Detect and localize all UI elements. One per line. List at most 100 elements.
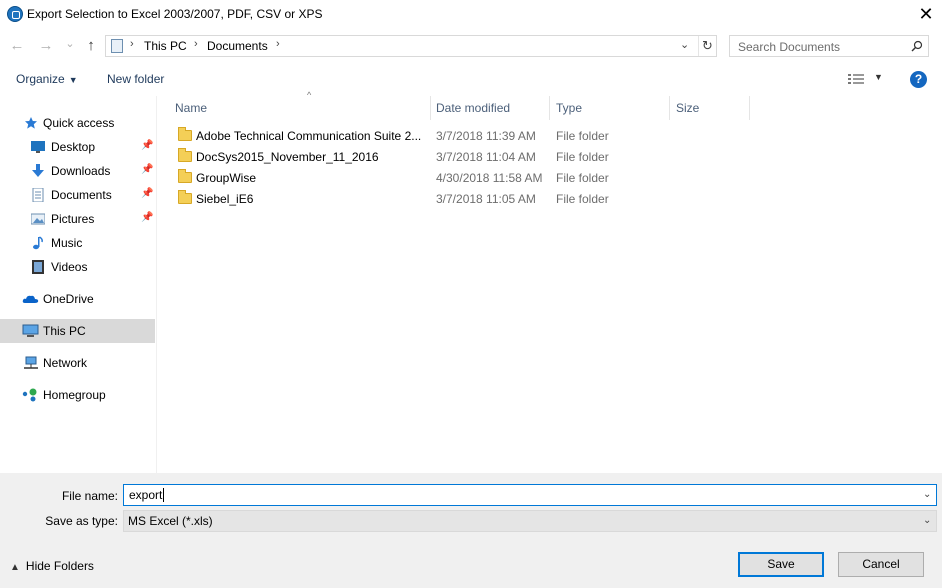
folder-icon: [178, 127, 192, 141]
file-name-field[interactable]: export ⌄: [123, 484, 937, 506]
column-header-name[interactable]: ^ Name: [168, 90, 430, 120]
address-bar[interactable]: › This PC › Documents › ⌄ ↻: [105, 35, 717, 57]
sidebar-item-label: Desktop: [51, 140, 96, 154]
column-header-type[interactable]: Type: [549, 96, 669, 120]
documents-icon: [32, 188, 44, 202]
search-input[interactable]: Search Documents: [729, 35, 929, 57]
column-label: Type: [556, 101, 583, 115]
organize-label: Organize: [16, 72, 65, 86]
save-button[interactable]: Save: [738, 552, 824, 577]
back-arrow-icon[interactable]: ←: [8, 36, 26, 56]
computer-icon: [22, 324, 39, 337]
text-cursor: [163, 488, 164, 502]
table-row[interactable]: Adobe Technical Communication Suite 2...…: [157, 126, 942, 147]
chevron-down-icon[interactable]: ⌄: [923, 515, 931, 526]
column-label: Name: [175, 101, 208, 115]
sidebar-item-documents[interactable]: Documents 📌: [0, 183, 155, 207]
chevron-right-icon[interactable]: ›: [194, 38, 198, 50]
sidebar-item-videos[interactable]: Videos: [0, 255, 155, 279]
cloud-icon: [22, 295, 39, 303]
network-icon: [24, 356, 38, 369]
file-type: File folder: [556, 192, 609, 206]
chevron-down-icon[interactable]: ⌄: [680, 38, 689, 51]
file-name: GroupWise: [196, 171, 257, 185]
column-label: Date modified: [436, 101, 511, 115]
chevron-up-icon: ▲: [10, 562, 20, 573]
caret-down-icon: ▼: [68, 75, 78, 85]
download-icon: [32, 164, 44, 177]
cancel-button[interactable]: Cancel: [838, 552, 924, 577]
file-name: Adobe Technical Communication Suite 2...: [196, 129, 422, 143]
navigation-pane: Quick access Desktop 📌 Downloads 📌 Docum…: [0, 96, 157, 473]
search-icon[interactable]: [911, 40, 923, 52]
file-date: 3/7/2018 11:39 AM: [436, 129, 536, 143]
sidebar-item-label: Homegroup: [43, 388, 106, 402]
pin-icon: 📌: [141, 140, 154, 151]
file-type: File folder: [556, 129, 609, 143]
sidebar-item-label: Network: [43, 356, 88, 370]
organize-button[interactable]: Organize ▼: [16, 72, 78, 86]
sidebar-item-desktop[interactable]: Desktop 📌: [0, 135, 155, 159]
column-header-size[interactable]: Size: [669, 96, 749, 120]
sidebar-item-label: Downloads: [51, 164, 111, 178]
homegroup-icon: [22, 388, 37, 402]
folder-icon: [178, 190, 192, 204]
column-label: Size: [676, 101, 700, 115]
help-icon[interactable]: ?: [910, 71, 927, 88]
sidebar-item-label: Documents: [51, 188, 112, 202]
sidebar-item-label: This PC: [43, 324, 86, 338]
view-options-icon[interactable]: [848, 73, 864, 85]
hide-folders-button[interactable]: ▲ Hide Folders: [10, 559, 94, 573]
recent-locations-icon[interactable]: ⌄: [61, 34, 79, 54]
new-folder-button[interactable]: New folder: [107, 72, 164, 86]
column-header-date-modified[interactable]: Date modified: [429, 96, 549, 120]
star-icon: [25, 117, 37, 129]
sidebar-item-homegroup[interactable]: Homegroup: [0, 383, 155, 407]
folder-icon: [178, 148, 192, 162]
file-name-label: File name:: [61, 489, 118, 503]
sidebar-item-label: Quick access: [43, 116, 115, 130]
caret-down-icon[interactable]: ▼: [874, 72, 883, 82]
pin-icon: 📌: [141, 212, 154, 223]
file-name: Siebel_iE6: [196, 192, 254, 206]
chevron-down-icon[interactable]: ⌄: [923, 489, 931, 500]
sidebar-item-quick-access[interactable]: Quick access: [0, 111, 155, 135]
table-row[interactable]: GroupWise 4/30/2018 11:58 AM File folder: [157, 168, 942, 189]
navigation-bar: ← → ⌄ ↑ › This PC › Documents › ⌄ ↻ Sear…: [0, 33, 942, 59]
pin-icon: 📌: [141, 188, 154, 199]
sidebar-item-downloads[interactable]: Downloads 📌: [0, 159, 155, 183]
save-as-type-label: Save as type:: [45, 514, 118, 528]
sidebar-item-label: Videos: [51, 260, 88, 274]
hide-folders-label: Hide Folders: [25, 559, 94, 573]
sidebar-item-label: OneDrive: [43, 292, 94, 306]
breadcrumb-this-pc[interactable]: This PC: [144, 39, 187, 53]
chevron-right-icon[interactable]: ›: [130, 38, 134, 50]
search-placeholder: Search Documents: [738, 40, 841, 54]
file-type: File folder: [556, 171, 609, 185]
forward-arrow-icon[interactable]: →: [37, 36, 55, 56]
column-divider[interactable]: [749, 96, 750, 120]
up-arrow-icon[interactable]: ↑: [82, 36, 100, 56]
file-type: File folder: [556, 150, 609, 164]
save-as-type-select[interactable]: MS Excel (*.xls) ⌄: [123, 510, 937, 532]
close-icon[interactable]: ✕: [914, 3, 938, 25]
sidebar-item-label: Music: [51, 236, 83, 250]
window-title: Export Selection to Excel 2003/2007, PDF…: [27, 7, 323, 21]
sidebar-item-music[interactable]: Music: [0, 231, 155, 255]
table-row[interactable]: Siebel_iE6 3/7/2018 11:05 AM File folder: [157, 189, 942, 210]
sort-ascending-icon: ^: [307, 90, 312, 100]
breadcrumb-documents[interactable]: Documents: [207, 39, 268, 53]
refresh-icon[interactable]: ↻: [698, 36, 716, 56]
pin-icon: 📌: [141, 164, 154, 175]
chevron-right-icon[interactable]: ›: [276, 38, 280, 50]
save-panel: File name: export ⌄ Save as type: MS Exc…: [0, 473, 942, 588]
this-pc-icon: [111, 39, 123, 53]
app-icon: [7, 6, 23, 22]
file-date: 4/30/2018 11:58 AM: [436, 171, 543, 185]
sidebar-item-pictures[interactable]: Pictures 📌: [0, 207, 155, 231]
table-row[interactable]: DocSys2015_November_11_2016 3/7/2018 11:…: [157, 147, 942, 168]
file-list: ^ Name Date modified Type Size Adobe Tec…: [157, 90, 942, 473]
sidebar-item-onedrive[interactable]: OneDrive: [0, 287, 155, 311]
sidebar-item-network[interactable]: Network: [0, 351, 155, 375]
sidebar-item-this-pc[interactable]: This PC: [0, 319, 155, 343]
